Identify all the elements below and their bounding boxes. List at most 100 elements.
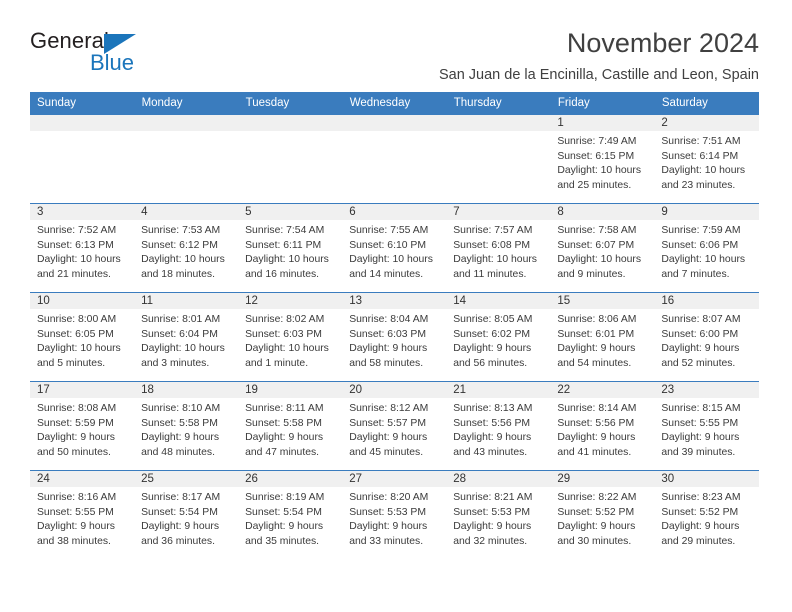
daylight-text-line2: and 38 minutes.: [37, 535, 111, 547]
sunset-text: Sunset: 5:53 PM: [453, 506, 531, 518]
day-number: 3: [30, 204, 135, 220]
sunset-text: Sunset: 6:02 PM: [453, 328, 531, 340]
day-details: Sunrise: 8:17 AM Sunset: 5:54 PM Daylight:…: [134, 487, 238, 549]
calendar-day-cell[interactable]: 8 Sunrise: 7:58 AM Sunset: 6:07 PM Daylight…: [550, 203, 655, 293]
sunrise-text: Sunrise: 8:08 AM: [37, 403, 117, 414]
day-number: 28: [446, 471, 551, 487]
day-cell-content: 26 Sunrise: 8:19 AM Sunset: 5:54 PM Dayligh…: [238, 471, 343, 559]
calendar-day-cell[interactable]: 25 Sunrise: 8:17 AM Sunset: 5:54 PM Dayligh…: [134, 470, 239, 560]
calendar-day-cell[interactable]: 6 Sunrise: 7:55 AM Sunset: 6:10 PM Daylight…: [342, 203, 447, 293]
day-cell-content: 10 Sunrise: 8:00 AM Sunset: 6:05 PM Dayligh…: [30, 293, 135, 381]
calendar-day-cell[interactable]: 19 Sunrise: 8:11 AM Sunset: 5:58 PM Dayligh…: [238, 381, 343, 471]
calendar-day-cell[interactable]: 1 Sunrise: 7:49 AM Sunset: 6:15 PM Daylight…: [550, 114, 655, 204]
daylight-text-line1: Daylight: 9 hours: [349, 432, 428, 444]
day-cell-content: 20 Sunrise: 8:12 AM Sunset: 5:57 PM Dayligh…: [342, 382, 447, 470]
calendar-day-cell[interactable]: 2 Sunrise: 7:51 AM Sunset: 6:14 PM Daylight…: [654, 114, 759, 204]
sunset-text: Sunset: 5:55 PM: [37, 506, 114, 518]
day-number: [134, 115, 239, 131]
day-details: Sunrise: 7:58 AM Sunset: 6:07 PM Daylight:…: [550, 220, 654, 282]
daylight-text-line1: Daylight: 9 hours: [349, 521, 428, 533]
daylight-text-line1: Daylight: 9 hours: [661, 521, 740, 533]
calendar-day-cell[interactable]: 16 Sunrise: 8:07 AM Sunset: 6:00 PM Dayligh…: [654, 292, 759, 382]
calendar-day-cell[interactable]: 23 Sunrise: 8:15 AM Sunset: 5:55 PM Dayligh…: [654, 381, 759, 471]
calendar-day-cell[interactable]: 12 Sunrise: 8:02 AM Sunset: 6:03 PM Dayligh…: [238, 292, 343, 382]
day-cell-content: 14 Sunrise: 8:05 AM Sunset: 6:02 PM Dayligh…: [446, 293, 551, 381]
calendar-day-cell[interactable]: 15 Sunrise: 8:06 AM Sunset: 6:01 PM Dayligh…: [550, 292, 655, 382]
day-number: 30: [654, 471, 759, 487]
calendar-day-cell[interactable]: 7 Sunrise: 7:57 AM Sunset: 6:08 PM Daylight…: [446, 203, 551, 293]
calendar-day-cell[interactable]: 9 Sunrise: 7:59 AM Sunset: 6:06 PM Daylight…: [654, 203, 759, 293]
calendar-day-cell[interactable]: 4 Sunrise: 7:53 AM Sunset: 6:12 PM Daylight…: [134, 203, 239, 293]
day-details: [342, 131, 446, 135]
daylight-text-line2: and 50 minutes.: [37, 446, 111, 458]
calendar-day-cell[interactable]: 10 Sunrise: 8:00 AM Sunset: 6:05 PM Dayligh…: [30, 292, 135, 382]
daylight-text-line1: Daylight: 9 hours: [245, 521, 324, 533]
day-details: Sunrise: 7:59 AM Sunset: 6:06 PM Daylight:…: [654, 220, 758, 282]
calendar-day-cell[interactable]: 27 Sunrise: 8:20 AM Sunset: 5:53 PM Dayligh…: [342, 470, 447, 560]
day-cell-content: 22 Sunrise: 8:14 AM Sunset: 5:56 PM Dayligh…: [550, 382, 655, 470]
calendar-day-cell[interactable]: 20 Sunrise: 8:12 AM Sunset: 5:57 PM Dayligh…: [342, 381, 447, 471]
sunset-text: Sunset: 6:11 PM: [245, 239, 322, 251]
day-cell-content: 3 Sunrise: 7:52 AM Sunset: 6:13 PM Daylight…: [30, 204, 135, 292]
general-blue-logo[interactable]: General Blue: [30, 28, 150, 84]
day-cell-content: 8 Sunrise: 7:58 AM Sunset: 6:07 PM Daylight…: [550, 204, 655, 292]
day-details: Sunrise: 8:11 AM Sunset: 5:58 PM Daylight:…: [238, 398, 342, 460]
calendar-day-cell[interactable]: 26 Sunrise: 8:19 AM Sunset: 5:54 PM Dayligh…: [238, 470, 343, 560]
day-cell-content: 9 Sunrise: 7:59 AM Sunset: 6:06 PM Daylight…: [654, 204, 759, 292]
calendar-day-cell-empty: [134, 114, 239, 204]
day-number: [446, 115, 551, 131]
daylight-text-line1: Daylight: 10 hours: [557, 254, 642, 266]
calendar-day-cell[interactable]: 14 Sunrise: 8:05 AM Sunset: 6:02 PM Dayligh…: [446, 292, 551, 382]
calendar-day-cell[interactable]: 3 Sunrise: 7:52 AM Sunset: 6:13 PM Daylight…: [30, 203, 135, 293]
day-number: 10: [30, 293, 135, 309]
sunset-text: Sunset: 5:58 PM: [141, 417, 218, 429]
calendar-day-cell[interactable]: 29 Sunrise: 8:22 AM Sunset: 5:52 PM Dayligh…: [550, 470, 655, 560]
sunrise-text: Sunrise: 8:11 AM: [245, 403, 324, 414]
daylight-text-line1: Daylight: 9 hours: [245, 432, 324, 444]
sunset-text: Sunset: 5:52 PM: [557, 506, 635, 518]
daylight-text-line2: and 48 minutes.: [141, 446, 215, 458]
day-number: 8: [550, 204, 655, 220]
day-cell-content: 15 Sunrise: 8:06 AM Sunset: 6:01 PM Dayligh…: [550, 293, 655, 381]
calendar-week-row: 10 Sunrise: 8:00 AM Sunset: 6:05 PM Dayligh…: [30, 292, 759, 382]
daylight-text-line2: and 30 minutes.: [557, 535, 632, 547]
calendar-day-cell[interactable]: 28 Sunrise: 8:21 AM Sunset: 5:53 PM Dayligh…: [446, 470, 551, 560]
daylight-text-line2: and 23 minutes.: [661, 179, 736, 191]
calendar-day-cell[interactable]: 13 Sunrise: 8:04 AM Sunset: 6:03 PM Dayligh…: [342, 292, 447, 382]
sunrise-text: Sunrise: 8:13 AM: [453, 403, 533, 414]
sunrise-text: Sunrise: 8:12 AM: [349, 403, 429, 414]
sunset-text: Sunset: 6:14 PM: [661, 150, 739, 162]
calendar-day-cell[interactable]: 21 Sunrise: 8:13 AM Sunset: 5:56 PM Dayligh…: [446, 381, 551, 471]
sunset-text: Sunset: 6:07 PM: [557, 239, 635, 251]
daylight-text-line2: and 56 minutes.: [453, 357, 528, 369]
sunrise-text: Sunrise: 7:57 AM: [453, 225, 533, 236]
daylight-text-line1: Daylight: 10 hours: [453, 254, 537, 266]
day-cell-content: 2 Sunrise: 7:51 AM Sunset: 6:14 PM Daylight…: [654, 115, 759, 203]
calendar-day-cell[interactable]: 22 Sunrise: 8:14 AM Sunset: 5:56 PM Dayligh…: [550, 381, 655, 471]
calendar-day-cell[interactable]: 17 Sunrise: 8:08 AM Sunset: 5:59 PM Dayligh…: [30, 381, 135, 471]
sunrise-text: Sunrise: 7:55 AM: [349, 225, 429, 236]
day-cell-content: 16 Sunrise: 8:07 AM Sunset: 6:00 PM Dayligh…: [654, 293, 759, 381]
day-cell-content: [30, 115, 135, 203]
calendar-day-cell[interactable]: 11 Sunrise: 8:01 AM Sunset: 6:04 PM Dayligh…: [134, 292, 239, 382]
calendar-day-cell[interactable]: 24 Sunrise: 8:16 AM Sunset: 5:55 PM Dayligh…: [30, 470, 135, 560]
day-cell-content: 29 Sunrise: 8:22 AM Sunset: 5:52 PM Dayligh…: [550, 471, 655, 559]
day-number: 17: [30, 382, 135, 398]
sunrise-text: Sunrise: 8:07 AM: [661, 314, 741, 325]
daylight-text-line1: Daylight: 9 hours: [37, 521, 115, 533]
day-details: Sunrise: 8:08 AM Sunset: 5:59 PM Daylight:…: [30, 398, 134, 460]
day-cell-content: [342, 115, 447, 203]
day-details: Sunrise: 8:19 AM Sunset: 5:54 PM Daylight:…: [238, 487, 342, 549]
weekday-header-wednesday: Wednesday: [342, 92, 447, 115]
sunset-text: Sunset: 5:54 PM: [141, 506, 218, 518]
day-cell-content: 28 Sunrise: 8:21 AM Sunset: 5:53 PM Dayligh…: [446, 471, 551, 559]
sunrise-text: Sunrise: 7:52 AM: [37, 225, 117, 236]
calendar-day-cell[interactable]: 30 Sunrise: 8:23 AM Sunset: 5:52 PM Dayligh…: [654, 470, 759, 560]
calendar-day-cell[interactable]: 18 Sunrise: 8:10 AM Sunset: 5:58 PM Dayligh…: [134, 381, 239, 471]
day-details: Sunrise: 8:23 AM Sunset: 5:52 PM Daylight:…: [654, 487, 758, 549]
day-cell-content: 25 Sunrise: 8:17 AM Sunset: 5:54 PM Dayligh…: [134, 471, 239, 559]
daylight-text-line2: and 3 minutes.: [141, 357, 210, 369]
sunset-text: Sunset: 5:56 PM: [453, 417, 531, 429]
calendar-day-cell-empty: [30, 114, 135, 204]
calendar-day-cell[interactable]: 5 Sunrise: 7:54 AM Sunset: 6:11 PM Daylight…: [238, 203, 343, 293]
